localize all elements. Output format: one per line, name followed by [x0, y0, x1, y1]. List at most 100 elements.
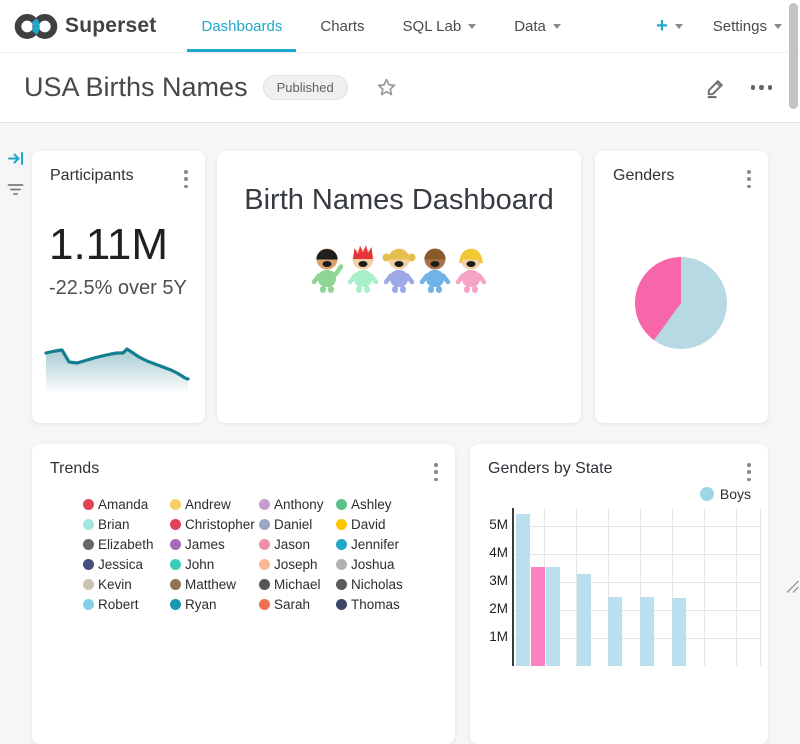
- legend-label: Kevin: [98, 577, 132, 592]
- legend-item[interactable]: John: [170, 557, 259, 571]
- settings-menu[interactable]: Settings: [713, 18, 782, 35]
- sparkline-chart: [44, 346, 191, 393]
- legend-item[interactable]: Christopher: [170, 517, 259, 531]
- legend-item[interactable]: Andrew: [170, 497, 259, 511]
- card-title: Trends: [50, 460, 99, 478]
- legend-item[interactable]: Daniel: [259, 517, 336, 531]
- expand-filter-bar-icon[interactable]: [6, 149, 26, 168]
- legend-dot: [170, 499, 181, 510]
- child-figure: [454, 244, 488, 299]
- gridline: [760, 508, 761, 666]
- legend-item[interactable]: Matthew: [170, 577, 259, 591]
- y-axis-tick: 4M: [476, 545, 508, 560]
- more-options-button[interactable]: [180, 167, 192, 191]
- bar-boys[interactable]: [640, 597, 654, 666]
- legend-dot: [259, 499, 270, 510]
- legend-item[interactable]: Ryan: [170, 597, 259, 611]
- gridline: [512, 526, 760, 527]
- legend-item[interactable]: David: [336, 517, 422, 531]
- genders-pie-chart[interactable]: [635, 257, 727, 349]
- y-axis-tick: 3M: [476, 573, 508, 588]
- legend-item[interactable]: Brian: [83, 517, 170, 531]
- filters-icon[interactable]: [5, 181, 26, 198]
- gridline: [512, 554, 760, 555]
- legend-item[interactable]: Joseph: [259, 557, 336, 571]
- legend-dot: [259, 539, 270, 550]
- legend-item[interactable]: Jennifer: [336, 537, 422, 551]
- legend-item[interactable]: Elizabeth: [83, 537, 170, 551]
- legend-label: Robert: [98, 597, 139, 612]
- bar-boys[interactable]: [546, 567, 560, 666]
- more-options-button[interactable]: [430, 460, 442, 484]
- child-figure: [346, 244, 380, 299]
- legend-item[interactable]: Ashley: [336, 497, 422, 511]
- legend-dot: [259, 519, 270, 530]
- legend-item[interactable]: Jessica: [83, 557, 170, 571]
- y-axis-tick: 2M: [476, 601, 508, 616]
- legend-item[interactable]: Nicholas: [336, 577, 422, 591]
- child-figure: [382, 244, 416, 299]
- card-genders: Genders: [595, 151, 768, 423]
- legend-dot: [336, 579, 347, 590]
- card-markdown: Birth Names Dashboard: [217, 151, 581, 423]
- legend-label: David: [351, 517, 386, 532]
- bar-boys[interactable]: [516, 514, 530, 666]
- bar-boys[interactable]: [577, 574, 591, 666]
- legend-label: Jessica: [98, 557, 143, 572]
- legend-item[interactable]: Robert: [83, 597, 170, 611]
- card-trends: Trends Amanda Andrew Anthony Ashley Brian Chr…: [32, 444, 455, 744]
- legend-item[interactable]: James: [170, 537, 259, 551]
- legend-label: Jennifer: [351, 537, 399, 552]
- legend-item[interactable]: Amanda: [83, 497, 170, 511]
- nav-item-charts[interactable]: Charts: [301, 0, 383, 52]
- legend-label: Thomas: [351, 597, 400, 612]
- legend-dot: [336, 599, 347, 610]
- card-title: Genders: [613, 167, 674, 185]
- legend-label: Anthony: [274, 497, 324, 512]
- legend-label: Jason: [274, 537, 310, 552]
- legend-label: Nicholas: [351, 577, 403, 592]
- resize-handle-icon[interactable]: [785, 579, 799, 598]
- legend-item[interactable]: Thomas: [336, 597, 422, 611]
- legend-item[interactable]: Anthony: [259, 497, 336, 511]
- favorite-star-icon[interactable]: [376, 77, 397, 98]
- nav-item-dashboards[interactable]: Dashboards: [182, 0, 301, 52]
- legend-dot: [83, 539, 94, 550]
- legend-item[interactable]: Kevin: [83, 577, 170, 591]
- bar-girls[interactable]: [531, 567, 545, 666]
- nav-item-sql-lab[interactable]: SQL Lab: [384, 0, 496, 52]
- edit-dashboard-icon[interactable]: [704, 76, 727, 99]
- legend-label: Daniel: [274, 517, 312, 532]
- child-figure: [310, 244, 344, 299]
- legend-label: Amanda: [98, 497, 148, 512]
- nav-item-data[interactable]: Data: [495, 0, 580, 52]
- legend-dot: [170, 559, 181, 570]
- infinity-logo-icon: [14, 13, 58, 40]
- legend-item[interactable]: Jason: [259, 537, 336, 551]
- superset-logo[interactable]: Superset: [14, 13, 156, 40]
- brand-name: Superset: [65, 14, 156, 38]
- legend-item[interactable]: Michael: [259, 577, 336, 591]
- legend-label: Christopher: [185, 517, 255, 532]
- legend-label: Sarah: [274, 597, 310, 612]
- legend-label: Joseph: [274, 557, 318, 572]
- dashboard-grid: Participants 1.11M -22.5% over 5Y Birth …: [0, 123, 800, 601]
- bar-boys[interactable]: [608, 597, 622, 666]
- legend-item[interactable]: Joshua: [336, 557, 422, 571]
- legend-dot: [83, 519, 94, 530]
- legend-item[interactable]: Sarah: [259, 597, 336, 611]
- status-badge[interactable]: Published: [263, 75, 348, 100]
- more-options-button[interactable]: [743, 167, 755, 191]
- legend-dot: [336, 559, 347, 570]
- legend-dot: [83, 499, 94, 510]
- bar-boys[interactable]: [672, 598, 686, 666]
- more-actions-icon[interactable]: [751, 85, 773, 90]
- legend-label: Matthew: [185, 577, 236, 592]
- scrollbar-thumb[interactable]: [789, 3, 798, 109]
- legend-dot: [83, 599, 94, 610]
- new-item-button[interactable]: +: [656, 16, 683, 36]
- y-axis-tick: 1M: [476, 629, 508, 644]
- legend-label: Ryan: [185, 597, 217, 612]
- y-axis-tick: 5M: [476, 517, 508, 532]
- big-number-subheader: -22.5% over 5Y: [32, 267, 205, 300]
